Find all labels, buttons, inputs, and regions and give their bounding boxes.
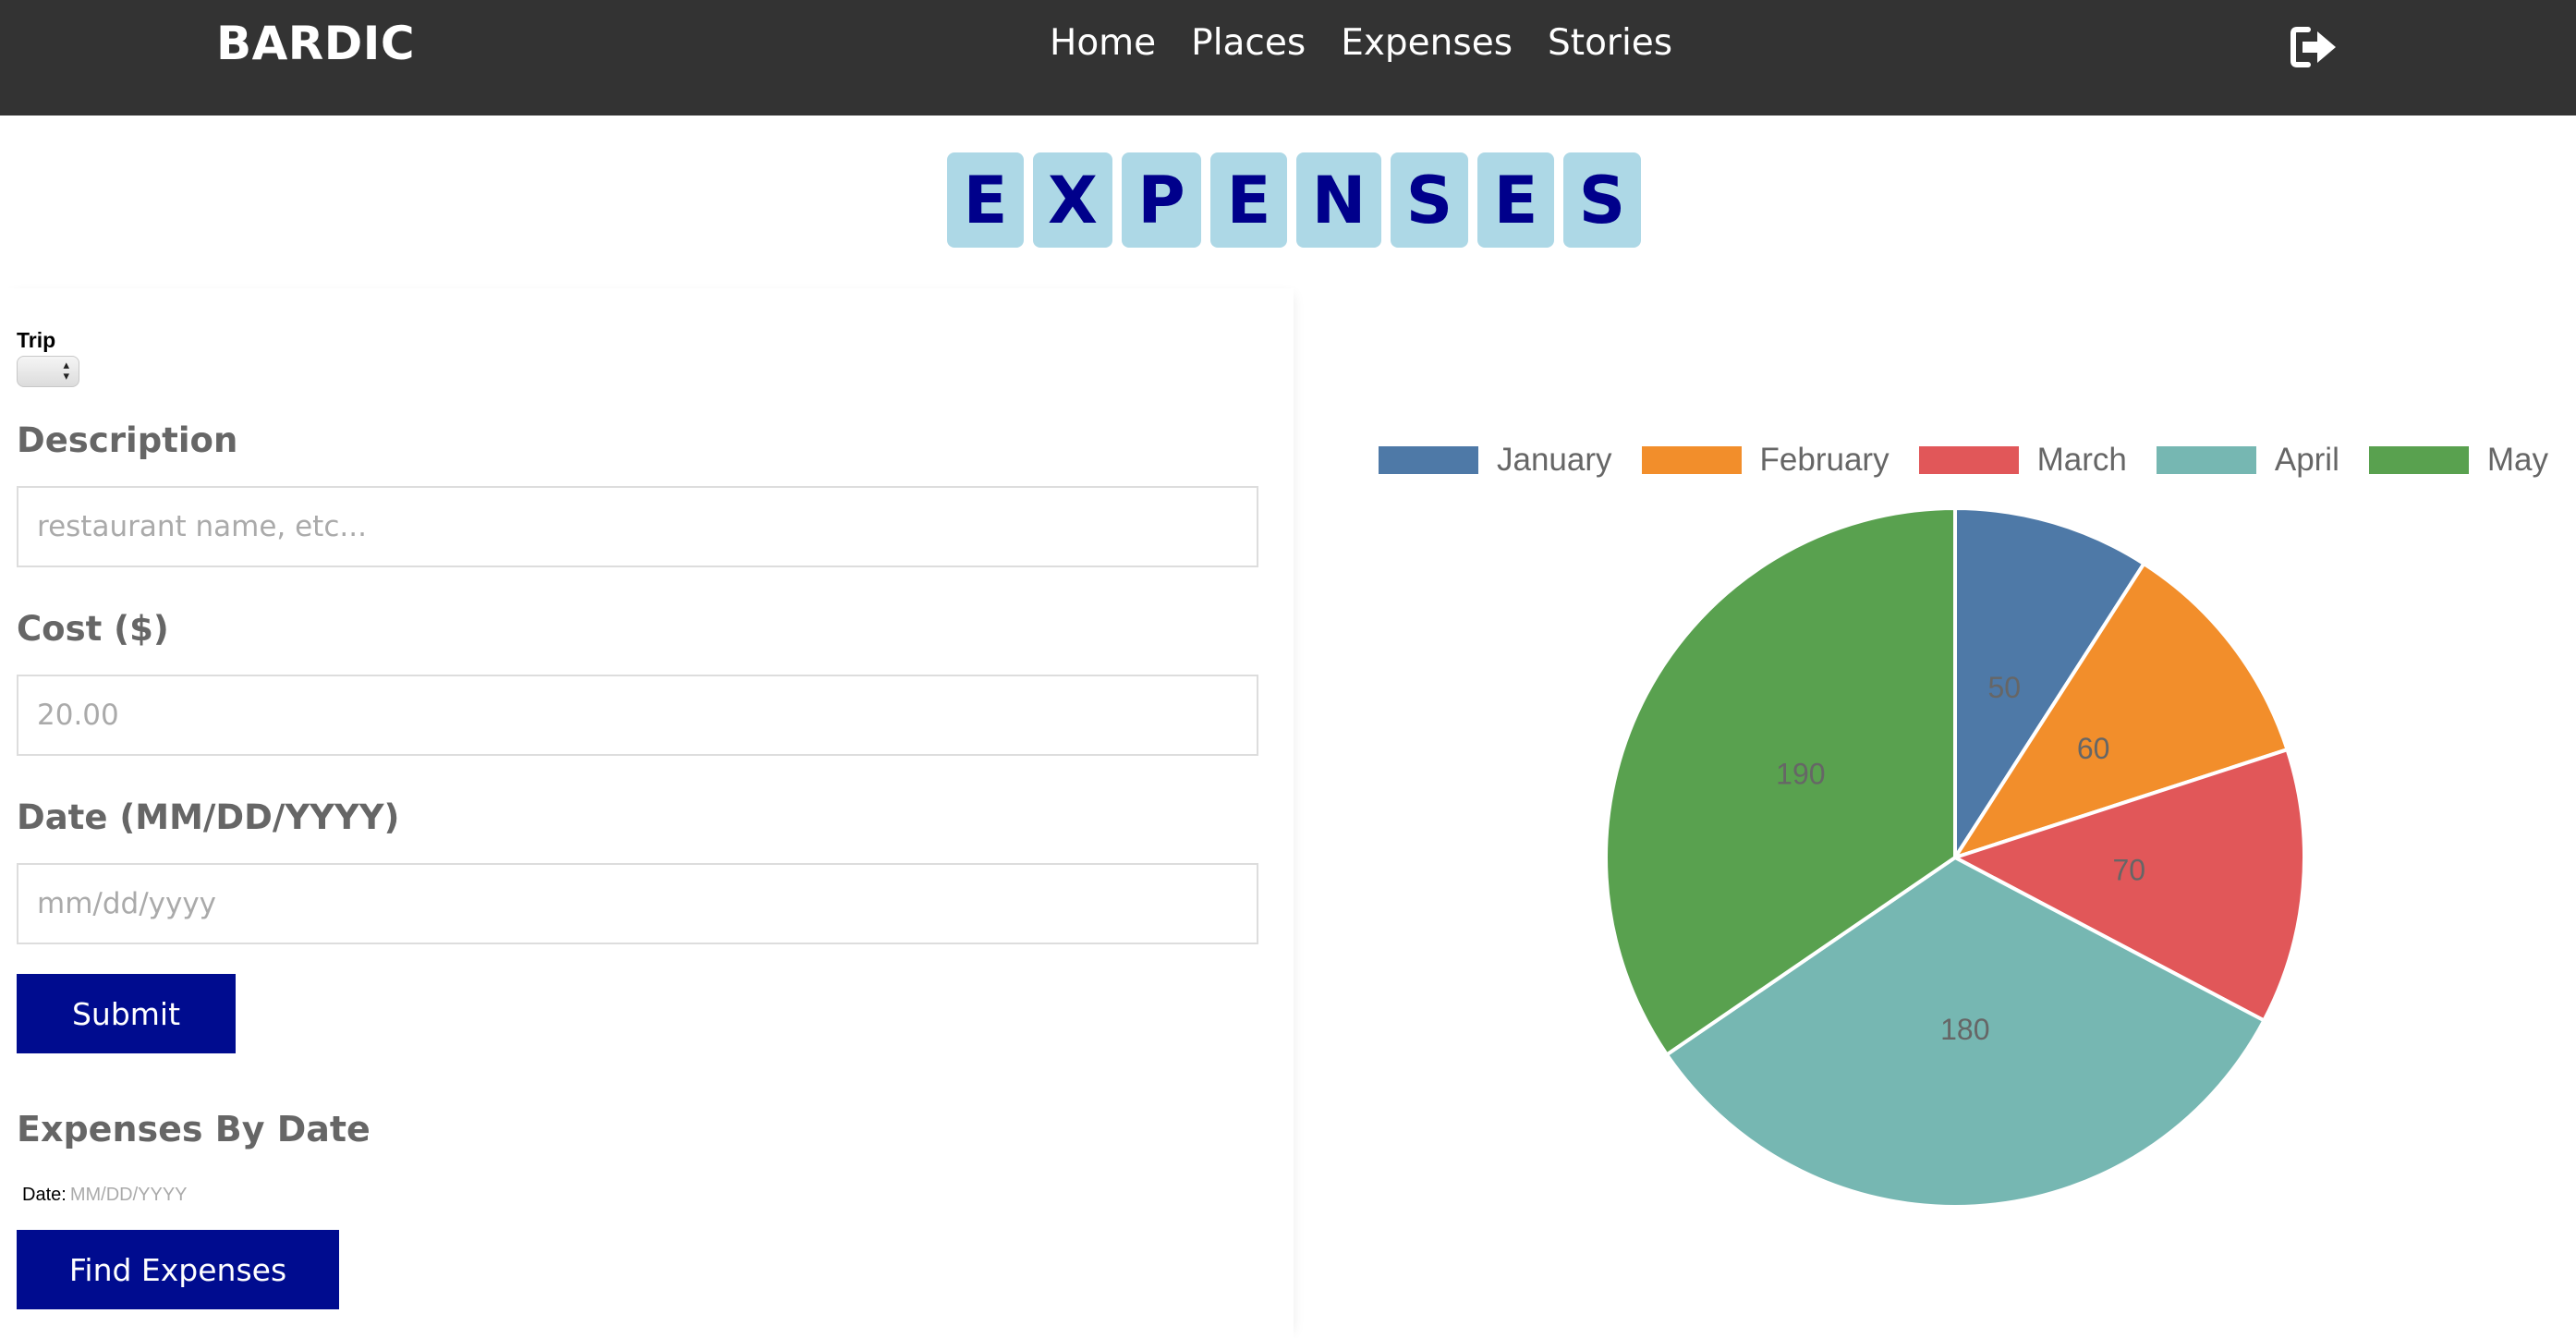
top-navbar: BARDIC Home Places Expenses Stories	[0, 0, 2576, 116]
title-letter-tile: S	[1563, 152, 1641, 248]
pie-chart-svg: 50 60 70 180 190	[1604, 505, 2306, 1209]
nav-link-stories[interactable]: Stories	[1548, 22, 1672, 64]
pie-data-label: 190	[1776, 757, 1825, 790]
sign-out-icon[interactable]	[2290, 26, 2339, 68]
submit-button[interactable]: Submit	[17, 974, 236, 1053]
title-letter-tile: P	[1122, 152, 1201, 248]
date-input[interactable]	[17, 863, 1258, 944]
expenses-pie-chart: January February March April May 50 60 70 180 19…	[1297, 418, 2576, 1212]
cost-label: Cost ($)	[17, 609, 169, 649]
brand-logo[interactable]: BARDIC	[216, 17, 415, 70]
title-letter-tile: E	[1210, 152, 1287, 248]
nav-links: Home Places Expenses Stories	[1050, 22, 1672, 64]
date-filter-row: Date:	[22, 1185, 255, 1206]
date-label: Date (MM/DD/YYYY)	[17, 797, 400, 837]
description-label: Description	[17, 420, 238, 460]
pie-data-label: 180	[1940, 1013, 1989, 1046]
cost-input[interactable]	[17, 675, 1258, 756]
date-filter-label: Date:	[22, 1185, 67, 1205]
title-letter-tile: N	[1296, 152, 1381, 248]
nav-link-places[interactable]: Places	[1191, 22, 1306, 64]
find-expenses-button[interactable]: Find Expenses	[17, 1230, 339, 1309]
pie-data-label: 60	[2077, 732, 2110, 765]
title-letter-tile: E	[1477, 152, 1554, 248]
trip-label: Trip	[17, 328, 56, 352]
nav-link-home[interactable]: Home	[1050, 22, 1156, 64]
pie-data-label: 70	[2113, 854, 2146, 887]
description-input[interactable]	[17, 486, 1258, 567]
title-letter-tile: X	[1033, 152, 1112, 248]
select-arrows-icon: ▴ ▾	[63, 358, 69, 383]
page-title: E X P E N S E S	[947, 152, 1650, 248]
nav-link-expenses[interactable]: Expenses	[1341, 22, 1513, 64]
title-letter-tile: E	[947, 152, 1024, 248]
expenses-by-date-title: Expenses By Date	[17, 1109, 371, 1149]
title-letter-tile: S	[1391, 152, 1468, 248]
trip-select[interactable]: ▴ ▾	[17, 356, 79, 387]
date-filter-input[interactable]	[69, 1185, 255, 1206]
pie-data-label: 50	[1987, 671, 2021, 704]
